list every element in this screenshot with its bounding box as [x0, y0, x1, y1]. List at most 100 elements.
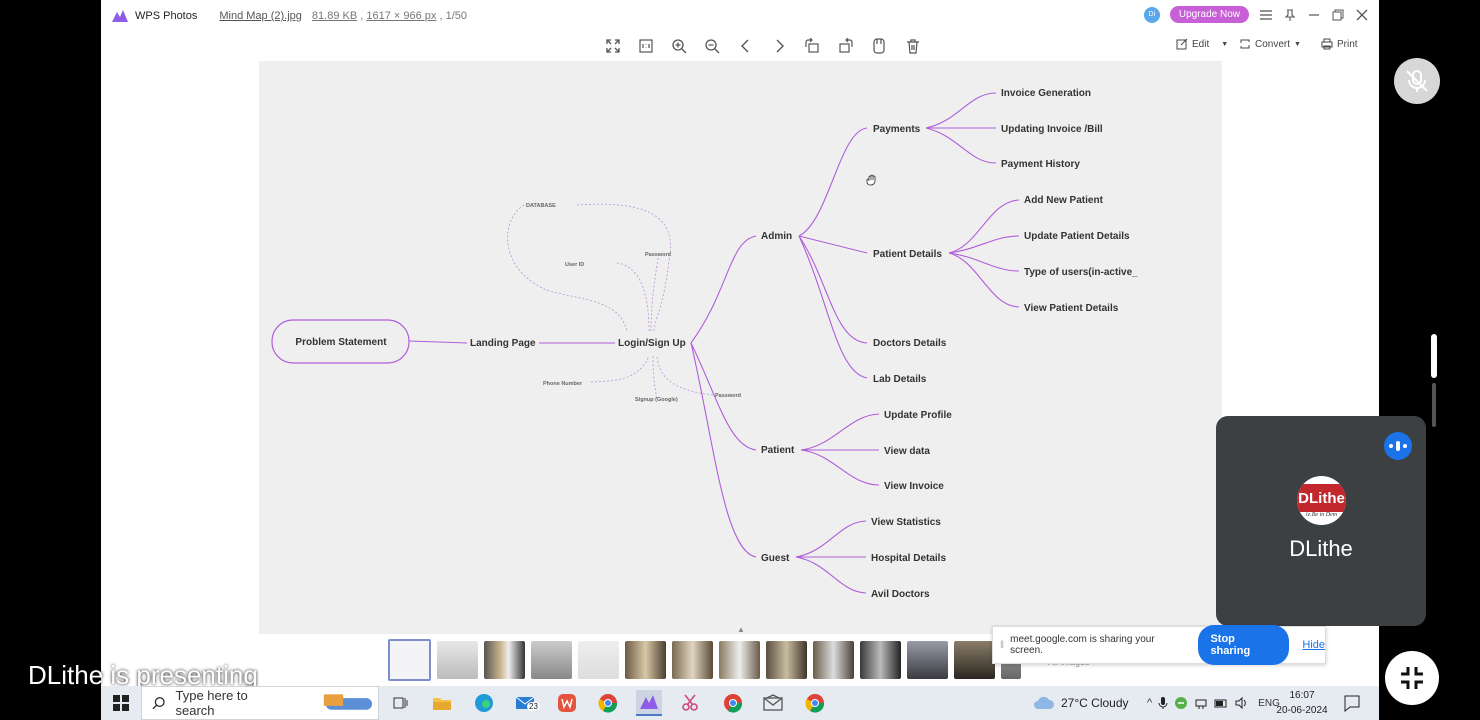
delete-icon[interactable] [903, 36, 923, 56]
pin-icon[interactable] [1283, 8, 1297, 22]
node-pat-1: Update Profile [884, 410, 952, 421]
convert-label: Convert [1255, 38, 1291, 50]
edit-icon [1176, 38, 1188, 50]
thumbnail-item[interactable] [766, 641, 807, 679]
file-position: , 1/50 [439, 10, 467, 22]
rotate-right-icon[interactable] [836, 36, 856, 56]
edit-button[interactable]: Edit ▼ [1176, 38, 1228, 50]
notification-center-icon[interactable] [1343, 694, 1361, 712]
edit-label: Edit [1192, 38, 1210, 50]
hide-link[interactable]: Hide [1302, 639, 1325, 651]
drag-handle-icon[interactable]: ‖ [1000, 640, 1004, 651]
security-icon[interactable] [1174, 696, 1188, 710]
close-icon[interactable] [1355, 8, 1369, 22]
restore-icon[interactable] [1331, 8, 1345, 22]
node-pay-3: Payment History [1001, 159, 1080, 170]
tray-chevron-icon[interactable]: ^ [1147, 697, 1152, 709]
chrome-profile-icon[interactable] [720, 690, 746, 716]
file-size: 81.89 KB [311, 10, 358, 22]
user-avatar[interactable]: Di [1143, 6, 1160, 23]
system-clock[interactable]: 16:07 20-06-2024 [1275, 688, 1329, 718]
thumbnail-item[interactable] [813, 641, 854, 679]
zoom-in-icon[interactable] [669, 36, 689, 56]
thumbnail-item[interactable] [907, 641, 948, 679]
thumbnail-item[interactable] [437, 641, 478, 679]
thumbnail-item[interactable] [388, 639, 431, 681]
node-patient-details: Patient Details [873, 249, 942, 260]
edge-icon[interactable] [471, 690, 497, 716]
print-button[interactable]: Print [1321, 38, 1358, 50]
edge-pay-1 [925, 92, 997, 129]
cloud-icon [1034, 696, 1055, 709]
dash-userid [616, 262, 650, 332]
minimize-icon[interactable] [1307, 8, 1321, 22]
note-signup: Signup (Google) [635, 397, 678, 403]
actual-size-icon[interactable] [636, 36, 656, 56]
edge-root-landing [408, 340, 468, 344]
edge-admin-payments [798, 127, 868, 237]
participant-tile[interactable]: DLithe le.Be in Dem DLithe [1216, 416, 1426, 626]
task-view-icon[interactable] [388, 690, 414, 716]
scroll-indicator[interactable] [1432, 383, 1436, 427]
file-name[interactable]: Mind Map (2).jpg [219, 10, 302, 22]
weather-widget[interactable]: 27°C Cloudy [1033, 686, 1129, 720]
mic-off-button[interactable] [1394, 58, 1440, 104]
clock-date: 20-06-2024 [1276, 705, 1328, 716]
scroll-indicator-active[interactable] [1431, 334, 1437, 378]
mail-icon[interactable]: 23 [513, 690, 540, 716]
thumbnail-item[interactable] [625, 641, 666, 679]
avatar-logo-text: DLithe [1297, 483, 1346, 512]
collapse-filmstrip-icon[interactable]: ▲ [735, 625, 747, 634]
app-name: WPS Photos [135, 10, 198, 22]
upgrade-button[interactable]: Upgrade Now [1169, 6, 1249, 23]
thumbnail-item[interactable] [531, 641, 572, 679]
wps-office-icon[interactable] [554, 690, 580, 716]
chrome-icon[interactable] [595, 690, 621, 716]
taskbar: Type here to search 23 27°C Cloudy ^ ENG… [101, 686, 1379, 720]
convert-button[interactable]: Convert ▼ [1239, 38, 1301, 50]
dash-password-bottom [656, 355, 714, 396]
scan-icon[interactable] [869, 36, 889, 56]
dash-phone [590, 355, 650, 383]
node-root: Problem Statement [295, 337, 387, 348]
zoom-out-icon[interactable] [702, 36, 722, 56]
image-canvas[interactable]: Problem Statement Landing Page Login/Sig… [259, 61, 1222, 634]
volume-icon[interactable] [1234, 696, 1248, 710]
node-lab: Lab Details [873, 374, 927, 385]
node-admin: Admin [761, 231, 792, 242]
stop-sharing-button[interactable]: Stop sharing [1198, 625, 1290, 665]
search-highlight-icon [324, 694, 373, 710]
chrome-second-icon[interactable] [802, 690, 828, 716]
microphone-icon[interactable] [1158, 696, 1168, 710]
fullscreen-icon[interactable] [603, 36, 623, 56]
file-info: 81.89 KB , 1617 × 966 px , 1/50 [312, 10, 467, 22]
menu-icon[interactable] [1259, 8, 1273, 22]
thumbnail-item[interactable] [484, 641, 525, 679]
thumbnail-item[interactable] [860, 641, 901, 679]
edge-pay-3 [925, 127, 997, 164]
rotate-left-icon[interactable] [802, 36, 822, 56]
edge-login-admin [690, 235, 757, 344]
battery-icon[interactable] [1214, 696, 1228, 710]
collapse-icon [1401, 667, 1423, 689]
minimize-view-button[interactable] [1385, 651, 1439, 705]
hand-cursor-icon [866, 174, 876, 186]
screen-share-bar: ‖ meet.google.com is sharing your screen… [992, 625, 1326, 665]
previous-icon[interactable] [736, 36, 756, 56]
thumbnail-item[interactable] [578, 641, 619, 679]
thumbnail-item[interactable] [719, 641, 760, 679]
thumbnail-item[interactable] [672, 641, 713, 679]
thumbnail-item[interactable] [954, 641, 995, 679]
edge-guest-1 [795, 520, 867, 558]
network-icon[interactable] [1194, 696, 1208, 710]
wps-photos-taskbar-icon[interactable] [636, 690, 662, 716]
windows-start-icon[interactable] [101, 686, 141, 720]
outlook-icon[interactable] [760, 690, 786, 716]
next-icon[interactable] [769, 36, 789, 56]
note-password-bottom: Password [715, 393, 741, 399]
file-explorer-icon[interactable] [429, 690, 455, 716]
edge-admin-doctors [798, 235, 868, 344]
taskbar-search[interactable]: Type here to search [141, 686, 379, 720]
snipping-tool-icon[interactable] [677, 690, 703, 716]
participant-avatar: DLithe le.Be in Dem [1297, 476, 1346, 525]
